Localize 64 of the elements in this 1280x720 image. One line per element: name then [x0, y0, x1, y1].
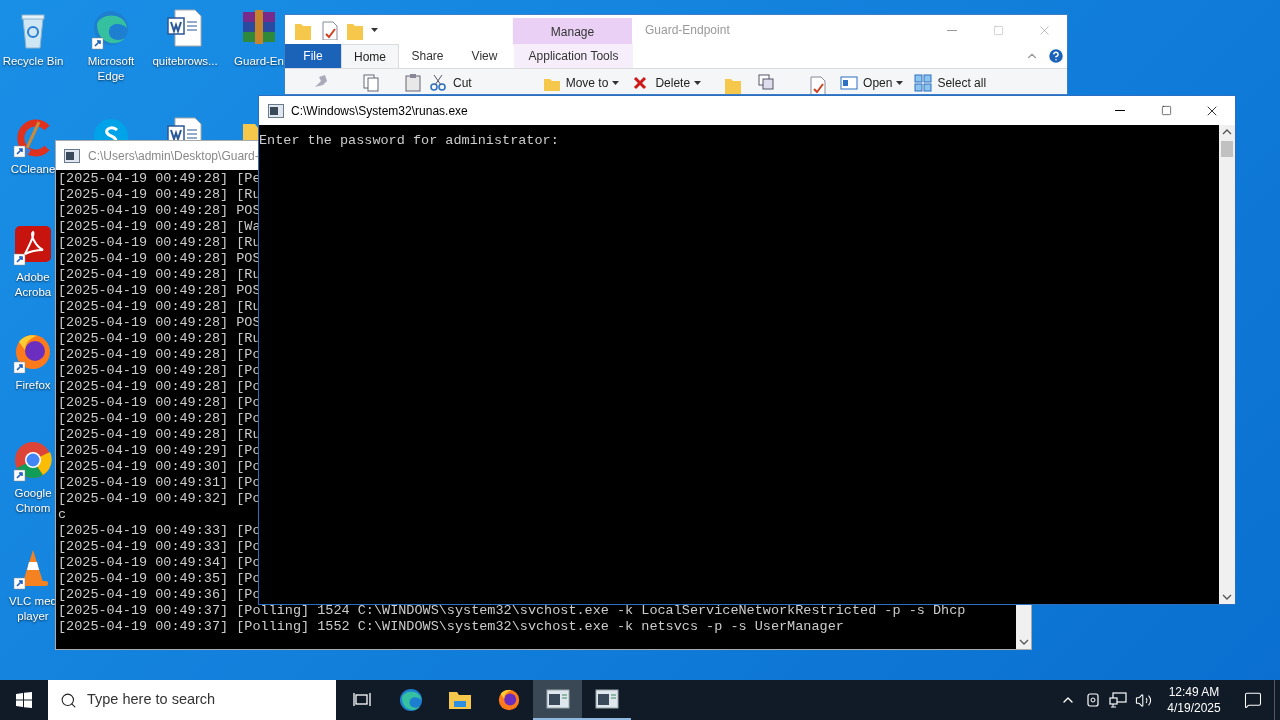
window-title: C:\Windows\System32\runas.exe — [291, 102, 468, 120]
taskbar-app[interactable] — [533, 680, 582, 720]
search-input[interactable]: Type here to search — [87, 689, 307, 711]
console-icon — [64, 148, 80, 163]
scissors-icon — [429, 73, 449, 93]
edge-icon[interactable] — [91, 8, 131, 50]
acrobat-icon[interactable] — [13, 224, 53, 266]
firefox-icon — [496, 688, 521, 712]
console-line: c — [58, 507, 67, 523]
ribbon-tab[interactable]: Share — [399, 44, 456, 68]
select-all-icon — [913, 73, 934, 93]
window-title: Guard-Endpoint — [645, 22, 730, 39]
ribbon-command[interactable]: Select all — [913, 73, 987, 93]
desktop-icon-label: VLC med player — [9, 594, 57, 624]
search-icon — [60, 691, 77, 709]
desktop-icon-label: Firefox — [15, 378, 51, 393]
chrome-icon[interactable] — [13, 440, 53, 482]
ribbon-tab[interactable]: Home — [341, 44, 399, 68]
ribbon-tab[interactable]: File — [285, 44, 341, 68]
caret-icon — [371, 28, 378, 32]
desktop-icon-label: Recycle Bin — [2, 54, 64, 69]
maximize-icon — [1160, 105, 1172, 116]
desktop-icon-label: CCleane — [10, 162, 56, 177]
folder-icon — [447, 689, 472, 711]
scrollbar[interactable] — [1219, 125, 1235, 604]
minimize-icon — [1115, 110, 1125, 111]
ribbon-tab[interactable]: Application Tools — [514, 44, 633, 68]
desktop-icon-label: Adobe Acroba — [14, 270, 52, 300]
ribbon-command[interactable]: Move to — [541, 73, 620, 93]
scroll-thumb[interactable] — [1221, 141, 1233, 157]
context-tab-header: Manage — [513, 18, 632, 45]
device-icon[interactable] — [1085, 692, 1101, 708]
ribbon-command[interactable]: Delete — [631, 73, 702, 93]
skype-icon[interactable] — [91, 116, 131, 140]
firefox-icon[interactable] — [13, 332, 53, 374]
desktop-icon-label: Google Chrom — [14, 486, 52, 516]
desktop-icon-label: Microsoft Edge — [87, 54, 135, 84]
network-icon[interactable] — [1109, 692, 1127, 708]
ribbon-tab[interactable]: View — [456, 44, 513, 68]
volume-icon[interactable] — [1135, 691, 1152, 709]
desktop-icon-label: Guard-En — [234, 54, 284, 69]
minimize-icon — [947, 29, 957, 31]
task-view-icon — [352, 692, 371, 708]
clipboard-icon — [403, 73, 423, 93]
console-icon — [545, 689, 570, 709]
windows-logo-icon — [16, 692, 32, 708]
search-field[interactable]: Type here to search — [48, 680, 336, 720]
properties-icon — [319, 20, 339, 40]
console-line: [2025-04-19 00:49:37] [Polling] 1552 C:\WINDOWS\system32\svchost.exe -k netsvcs -p -s UserManager — [58, 619, 844, 635]
console-icon — [594, 689, 619, 709]
edge-icon — [397, 687, 424, 713]
clock[interactable]: 12:49 AM 4/19/2025 — [1156, 684, 1232, 716]
notifications-icon[interactable] — [1244, 691, 1262, 709]
console-line: [2025-04-19 00:49:37] [Polling] 1524 C:\WINDOWS\system32\svchost.exe -k LocalServiceNetworkRestricted -p -s Dhcp — [58, 603, 966, 619]
document-icon[interactable] — [165, 8, 205, 50]
scrollbar[interactable] — [1016, 605, 1031, 649]
desktop-icon-label: quitebrows... — [152, 54, 218, 69]
ribbon-command[interactable]: Open — [839, 73, 904, 93]
maximize-icon — [992, 24, 1004, 36]
console-icon — [268, 103, 284, 118]
ribbon-command[interactable]: Cut — [429, 73, 472, 93]
help-icon[interactable] — [1047, 47, 1065, 65]
window-title: C:\Users\admin\Desktop\Guard- — [88, 147, 259, 165]
console-prompt: Enter the password for administrator: — [259, 133, 559, 148]
